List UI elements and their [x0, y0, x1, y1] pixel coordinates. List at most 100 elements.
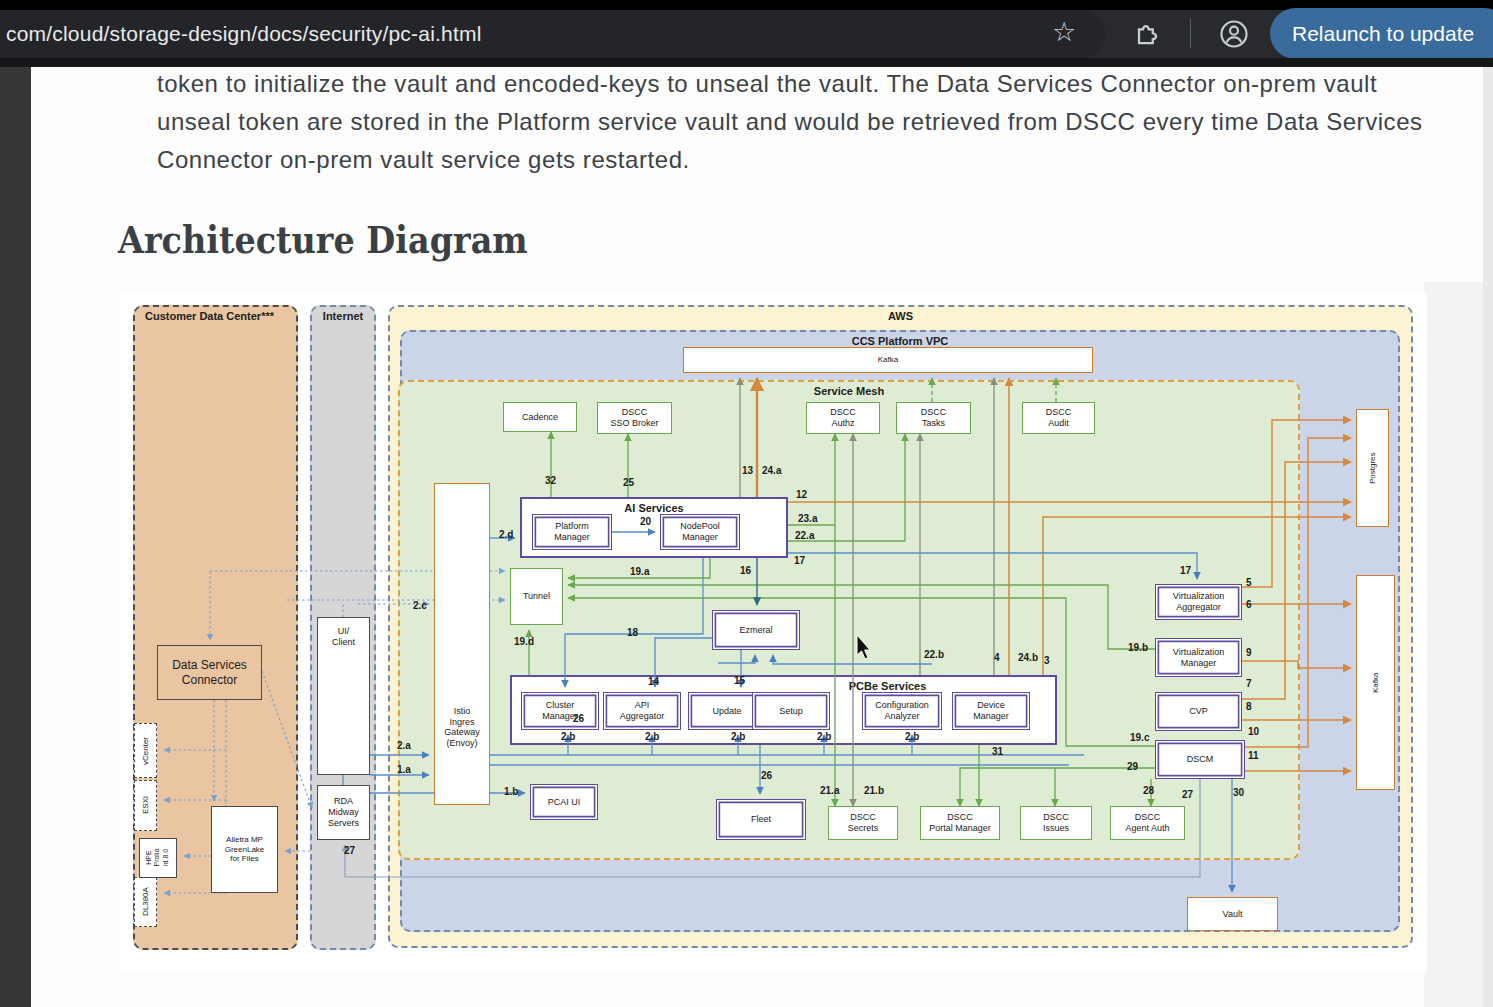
connector-number: 2.b [817, 731, 831, 742]
istio-ingres-gateway: Istio Ingres Gateway (Envoy) [434, 483, 490, 805]
rda-midway-servers: RDA Midway Servers [317, 785, 370, 840]
connector-number: 16 [740, 565, 751, 576]
connector-number: 4 [994, 652, 1000, 663]
page-right-gutter [1424, 282, 1483, 1007]
dl380a-label: DL380A [141, 888, 151, 917]
connector-number: 17 [794, 555, 805, 566]
dscc-audit: DSCC Audit [1022, 402, 1095, 434]
data-services-connector-label: Data Services Connector [172, 658, 247, 687]
connector-number: 30 [1233, 787, 1244, 798]
device-manager: Device Manager [952, 692, 1030, 730]
dscc-agent-auth: DSCC Agent Auth [1110, 806, 1185, 840]
kafka-bar-label: Kafka [878, 355, 898, 365]
connector-number: 22.b [924, 649, 944, 660]
cadence: Cadence [503, 402, 577, 432]
architecture-diagram: Customer Data Center***InternetAWSCCS Pl… [118, 293, 1427, 973]
connector-number: 29 [1127, 761, 1138, 772]
mouse-cursor [857, 635, 870, 659]
connector-number: 5 [1246, 577, 1252, 588]
connector-number: 23.a [798, 513, 817, 524]
connector-number: 7 [1246, 678, 1252, 689]
fleet: Fleet [716, 799, 806, 840]
vcenter: vCenter [134, 723, 157, 778]
kafka-vertical: Kafka [1356, 575, 1395, 790]
connector-number: 2.b [905, 731, 919, 742]
tunnel: Tunnel [510, 568, 563, 625]
connector-number: 32 [545, 475, 556, 486]
dscc-authz-label: DSCC Authz [830, 407, 856, 429]
connector-number: 3 [1044, 655, 1050, 666]
update-label: Update [712, 706, 741, 717]
url-text[interactable]: com/cloud/storage-design/docs/security/p… [6, 22, 482, 46]
chrome-separator [1190, 18, 1191, 48]
relaunch-button[interactable]: Relaunch to update [1270, 8, 1493, 59]
connector-number: 14 [648, 676, 659, 687]
dscc-tasks: DSCC Tasks [896, 402, 971, 434]
connector-number: 8 [1246, 701, 1252, 712]
ezmeral: Ezmeral [712, 610, 800, 650]
dscc-authz: DSCC Authz [806, 402, 880, 434]
configuration-analyzer: Configuration Analyzer [862, 692, 942, 730]
dscc-portal-manager-label: DSCC Portal Manager [929, 812, 991, 834]
kafka-bar: Kafka [683, 347, 1093, 373]
dscm-label: DSCM [1187, 754, 1214, 765]
alletra-mp-greenlake-label: Alletra MP GreenLake for Files [225, 835, 265, 864]
connector-number: 27 [344, 845, 355, 856]
dscc-issues: DSCC Issues [1020, 806, 1092, 840]
dscc-portal-manager: DSCC Portal Manager [920, 806, 1000, 840]
cvp-label: CVP [1189, 706, 1208, 717]
scrollbar-track[interactable] [1483, 67, 1493, 1007]
section-heading: Architecture Diagram [118, 217, 528, 262]
vcenter-label: vCenter [141, 737, 151, 765]
paragraph-line: Connector on-prem vault service gets res… [157, 146, 690, 174]
profile-icon[interactable] [1218, 18, 1250, 50]
esxi: ESXi [134, 780, 157, 831]
cadence-label: Cadence [522, 412, 558, 423]
connector-number: 26 [573, 713, 584, 724]
setup: Setup [752, 692, 830, 730]
chrome-bottom-edge [0, 58, 1493, 67]
connector-number: 19.c [1130, 732, 1149, 743]
connector-number: 31 [992, 746, 1003, 757]
device-manager-label: Device Manager [973, 700, 1009, 722]
browser-chrome: com/cloud/storage-design/docs/security/p… [0, 0, 1493, 67]
pcai-ui-label: PCAI UI [548, 797, 581, 808]
platform-manager-label: Platform Manager [554, 521, 590, 543]
connector-number: 1.a [397, 764, 411, 775]
postgres: Postgres [1356, 409, 1389, 527]
page-content: token to initialize the vault and encode… [0, 67, 1493, 1007]
connector-number: 24.a [762, 465, 781, 476]
page-left-edge [0, 67, 31, 1007]
url-bar[interactable]: com/cloud/storage-design/docs/security/p… [0, 10, 1105, 58]
api-aggregator: API Aggregator [603, 692, 681, 730]
ui-client-label: UI/ Client [332, 626, 355, 648]
connector-number: 6 [1246, 599, 1252, 610]
connector-number: 25 [623, 477, 634, 488]
paragraph-line: token to initialize the vault and encode… [157, 70, 1377, 98]
connector-number: 19.d [514, 636, 534, 647]
cvp: CVP [1155, 692, 1242, 731]
connector-number: 21.b [864, 785, 884, 796]
configuration-analyzer-label: Configuration Analyzer [875, 700, 929, 722]
extensions-icon[interactable] [1134, 18, 1164, 48]
connector-number: 2.b [561, 731, 575, 742]
postgres-label: Postgres [1368, 452, 1378, 484]
connector-number: 13 [742, 465, 753, 476]
ui-client: UI/ Client [317, 617, 370, 775]
bookmark-star-icon[interactable]: ☆ [1052, 16, 1076, 48]
vault: Vault [1187, 897, 1278, 931]
dscc-secrets: DSCC Secrets [828, 806, 898, 840]
istio-ingres-gateway-label: Istio Ingres Gateway (Envoy) [444, 706, 480, 749]
dscc-tasks-label: DSCC Tasks [921, 407, 947, 429]
connector-number: 9 [1246, 647, 1252, 658]
dscc-sso-broker: DSCC SSO Broker [597, 402, 672, 434]
kafka-vertical-label: Kafka [1371, 672, 1381, 692]
virtualization-aggregator-label: Virtualization Aggregator [1173, 591, 1224, 613]
connector-number: 24.b [1018, 652, 1038, 663]
connector-number: 18 [627, 627, 638, 638]
connector-number: 20 [640, 516, 651, 527]
dscc-agent-auth-label: DSCC Agent Auth [1125, 812, 1169, 834]
virtualization-manager-label: Virtualization Manager [1173, 647, 1224, 669]
connector-number: 28 [1143, 785, 1154, 796]
dscc-sso-broker-label: DSCC SSO Broker [610, 407, 658, 429]
